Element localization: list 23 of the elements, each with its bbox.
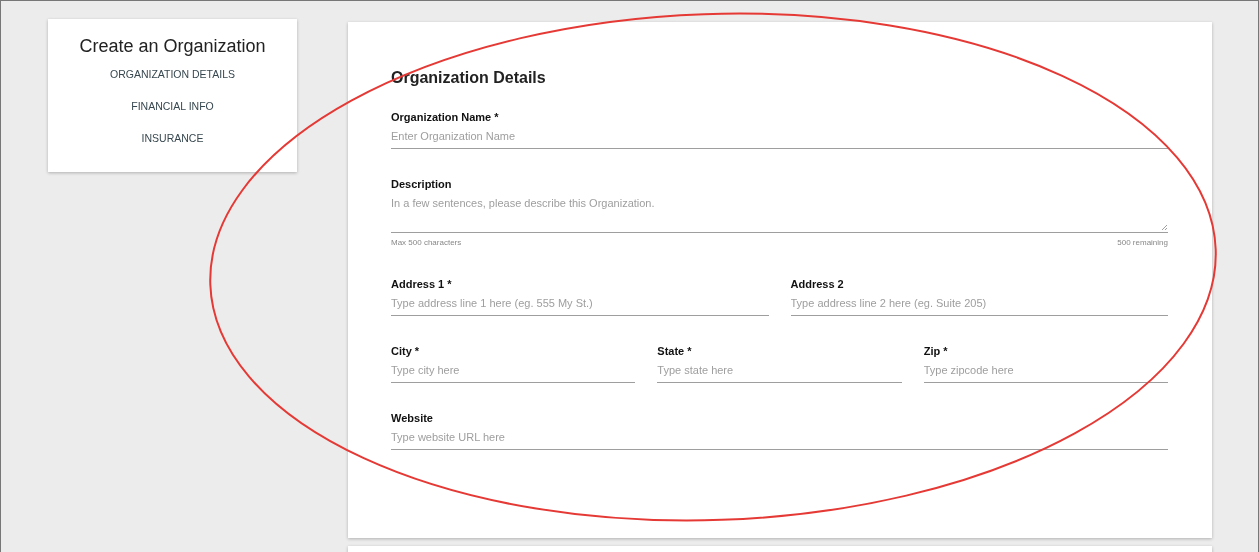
field-label: Zip * [923,344,948,358]
character-counter: 500 remaining [1117,237,1168,249]
text-field[interactable]: Type zipcode here [923,363,1168,383]
sidebar-link[interactable]: INSURANCE [141,131,204,145]
field-label: Organization Name * [391,110,499,124]
text-field[interactable]: Type address line 1 here (eg. 555 My St.) [391,296,769,316]
sidebar-link[interactable]: ORGANIZATION DETAILS [109,67,235,81]
sidebar-link[interactable]: FINANCIAL INFO [131,99,214,113]
text-field[interactable]: Enter Organization Name [391,129,1168,149]
field-label: Address 1 * [391,277,452,291]
field-label: Description [391,177,452,191]
sidebar-title: Create an Organization [79,35,266,57]
text-field[interactable]: Type address line 2 here (eg. Suite 205) [790,296,1168,316]
field-label: Website [391,411,433,425]
field-label: State * [657,344,692,358]
text-field[interactable]: Type website URL here [391,430,1168,450]
text-field[interactable]: Type city here [391,363,636,383]
description-field[interactable]: In a few sentences, please describe this Organization. [391,196,1168,233]
field-label: City * [391,344,420,358]
text-field[interactable]: Type state here [657,363,902,383]
field-label: Address 2 [790,277,844,291]
helper-text: Max 500 characters [391,237,462,249]
resize-handle-icon[interactable] [1161,224,1167,230]
